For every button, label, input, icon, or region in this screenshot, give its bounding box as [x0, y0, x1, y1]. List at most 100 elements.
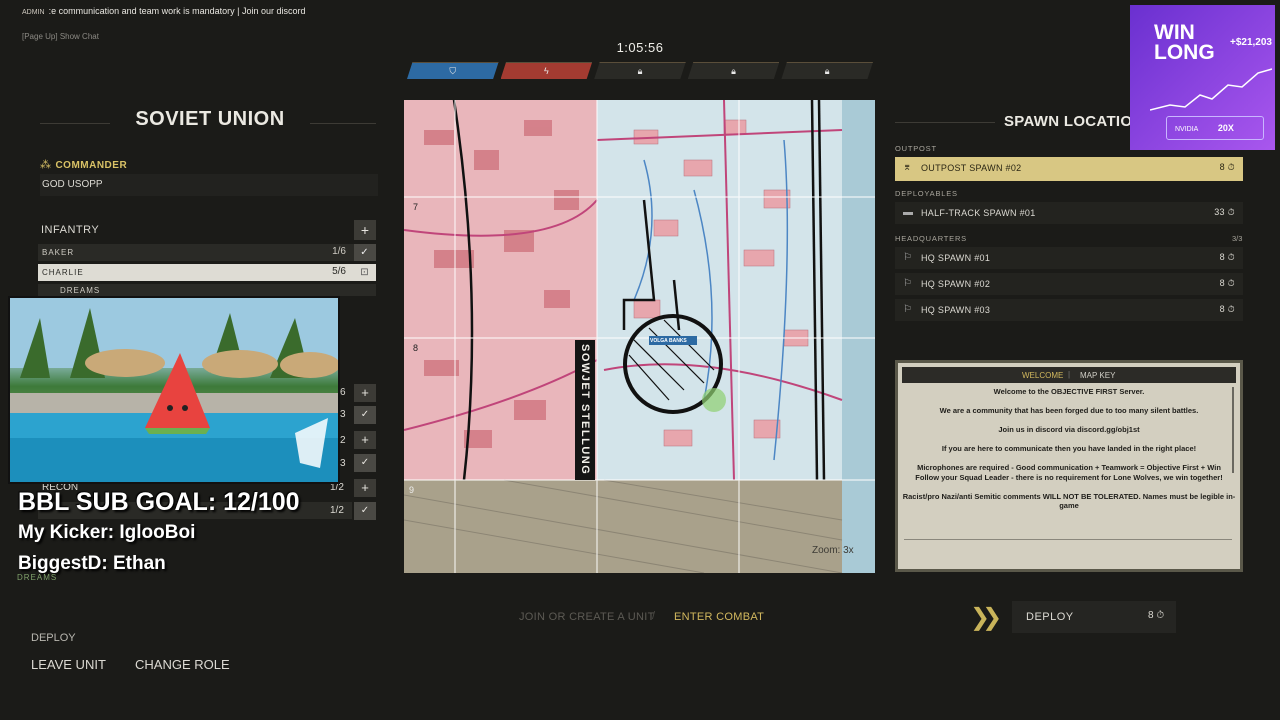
join-unit-button[interactable]: ✓: [354, 244, 376, 261]
unit-count: 3: [340, 409, 346, 420]
divider: [904, 539, 1232, 540]
spawn-name: HQ SPAWN #03: [921, 305, 991, 315]
welcome-tabs: WELCOME | MAP KEY: [902, 367, 1236, 383]
faction-title: SOVIET UNION: [135, 108, 285, 130]
shield-icon: ⛉: [449, 65, 457, 76]
spawn-halftrack-01[interactable]: ▬ HALF-TRACK SPAWN #01 33 ⏱: [895, 202, 1243, 224]
match-timer: 1:05:56: [616, 40, 664, 55]
create-recon-unit-button[interactable]: +: [354, 479, 376, 497]
unit-count: 3: [340, 458, 346, 469]
welcome-line: If you are here to communicate then you …: [941, 444, 1197, 453]
welcome-line: We are a community that has been forged …: [939, 406, 1199, 415]
scrollbar[interactable]: [1232, 387, 1234, 473]
commander-row: ⁂ COMMANDER: [40, 155, 376, 173]
objective-1-allied[interactable]: ⛉: [407, 62, 499, 79]
unit-name: DREAMS: [60, 286, 101, 295]
chat-tag: ADMIN: [22, 9, 45, 16]
enter-combat-tab[interactable]: ENTER COMBAT: [674, 611, 764, 623]
welcome-line: Follow your Squad Leader - there is no r…: [915, 472, 1223, 482]
divider: [310, 123, 376, 124]
biggest-donor-text: BiggestD: Ethan: [18, 553, 166, 574]
objective-2-contested[interactable]: ϟ: [500, 62, 593, 79]
sector-label: SOWJET STELLUNG: [575, 340, 595, 480]
halftrack-icon: ▬: [903, 207, 914, 218]
timer-icon: ⏱: [1156, 610, 1165, 621]
change-role-button[interactable]: CHANGE ROLE: [135, 657, 230, 672]
tab-welcome[interactable]: WELCOME: [1022, 371, 1063, 380]
unit-count: 6: [340, 387, 346, 398]
unit-row-charlie[interactable]: CHARLIE 5/6 ⊡: [38, 264, 376, 281]
ad-chart: [1150, 68, 1272, 111]
lock-icon: 🔒︎: [731, 65, 736, 76]
deploy-label: DEPLOY: [1026, 611, 1074, 623]
spawn-timer: 8 ⏱: [1219, 278, 1235, 288]
objective-strip: ⛉ ϟ 🔒︎ 🔒︎ 🔒︎: [407, 62, 873, 80]
hq-flag-icon: ⚐: [903, 252, 913, 263]
spawn-timer: 8 ⏱: [1219, 304, 1235, 314]
spawn-timer: 8 ⏱: [1219, 252, 1235, 262]
recon-unit-count: 1/2: [330, 505, 344, 516]
chat-message: :e communication and team work is mandat…: [48, 6, 306, 16]
objective-3-locked[interactable]: 🔒︎: [594, 62, 686, 79]
infantry-header: INFANTRY +: [38, 220, 376, 240]
join-unit-tab[interactable]: JOIN OR CREATE A UNIT: [519, 611, 655, 623]
welcome-line: Microphones are required - Good communic…: [917, 463, 1221, 472]
separator: /: [652, 610, 656, 622]
pool-scene: [10, 298, 338, 482]
commander-name[interactable]: GOD USOPP: [40, 174, 378, 196]
join-unit-button[interactable]: ✓: [354, 454, 376, 472]
welcome-line: Join us in discord via discord.gg/obj1st: [998, 425, 1140, 434]
divider: [40, 123, 110, 124]
section-label: DEPLOYABLES: [895, 189, 958, 198]
spawn-name: HALF-TRACK SPAWN #01: [921, 208, 1036, 218]
commander-icon: ⁂: [40, 159, 51, 171]
join-unit-button[interactable]: ✓: [354, 406, 376, 424]
spawn-hq-02[interactable]: ⚐ HQ SPAWN #02 8 ⏱: [895, 273, 1243, 295]
spawn-name: OUTPOST SPAWN #02: [921, 163, 1022, 173]
ad-badge: NVIDIA 20X: [1166, 116, 1264, 140]
deploy-button[interactable]: ❯❯ DEPLOY 8 ⏱: [966, 601, 1176, 633]
create-unit-button[interactable]: +: [354, 220, 376, 240]
section-label: HEADQUARTERS: [895, 234, 967, 243]
objective-4-locked[interactable]: 🔒︎: [687, 62, 780, 79]
grid-label: 7: [413, 202, 419, 212]
create-unit-button[interactable]: +: [354, 431, 376, 449]
chat-hint-text: Show Chat: [59, 32, 99, 41]
grid-label: 9: [409, 485, 415, 495]
section-label: OUTPOST: [895, 144, 937, 153]
unit-row-baker[interactable]: BAKER 1/6 ✓: [38, 244, 376, 261]
create-unit-button[interactable]: +: [354, 384, 376, 402]
tactical-map[interactable]: [404, 100, 875, 573]
spawn-hq-01[interactable]: ⚐ HQ SPAWN #01 8 ⏱: [895, 247, 1243, 269]
kicker-text: My Kicker: IglooBoi: [18, 522, 196, 543]
current-unit-tag: DREAMS: [17, 573, 58, 582]
deploy-menu-item[interactable]: DEPLOY: [31, 632, 76, 644]
tab-map-key[interactable]: MAP KEY: [1080, 371, 1115, 380]
map-zoom-level: Zoom: 3x: [812, 545, 854, 556]
sub-goal-text: BBL SUB GOAL: 12/100: [18, 488, 300, 516]
tab-separator: |: [1068, 370, 1071, 379]
spawn-timer: 33 ⏱: [1214, 207, 1235, 217]
deploy-timer: 8 ⏱: [1148, 610, 1165, 621]
unit-row-dreams[interactable]: DREAMS: [38, 284, 376, 296]
leverage: 20X: [1217, 123, 1234, 133]
divider: [895, 122, 995, 123]
ad-title: WIN LONG: [1154, 21, 1215, 64]
objective-5-locked[interactable]: 🔒︎: [781, 62, 873, 79]
spawn-outpost-02[interactable]: ⌆ OUTPOST SPAWN #02 8 ⏱: [895, 157, 1243, 181]
spawn-name: HQ SPAWN #01: [921, 253, 991, 263]
nvidia-logo: NVIDIA: [1175, 126, 1198, 133]
welcome-line: Welcome to the OBJECTIVE FIRST Server.: [993, 387, 1145, 396]
chat-line: ADMIN:e communication and team work is m…: [22, 6, 306, 16]
outpost-icon: ⌆: [903, 162, 912, 173]
chat-hint-key: [Page Up]: [22, 32, 58, 41]
ad-banner[interactable]: WIN LONG +$21,203 NVIDIA 20X: [1130, 5, 1275, 150]
hq-count: 3/3: [1232, 234, 1243, 243]
spawn-hq-03[interactable]: ⚐ HQ SPAWN #03 8 ⏱: [895, 299, 1243, 321]
leave-unit-button[interactable]: LEAVE UNIT: [31, 657, 106, 672]
unit-count: 2: [340, 435, 346, 446]
welcome-panel: WELCOME | MAP KEY Welcome to the OBJECTI…: [895, 360, 1243, 572]
unit-settings-button[interactable]: ⊡: [354, 264, 376, 281]
lightning-icon: ϟ: [544, 66, 549, 76]
join-recon-button[interactable]: ✓: [354, 502, 376, 520]
